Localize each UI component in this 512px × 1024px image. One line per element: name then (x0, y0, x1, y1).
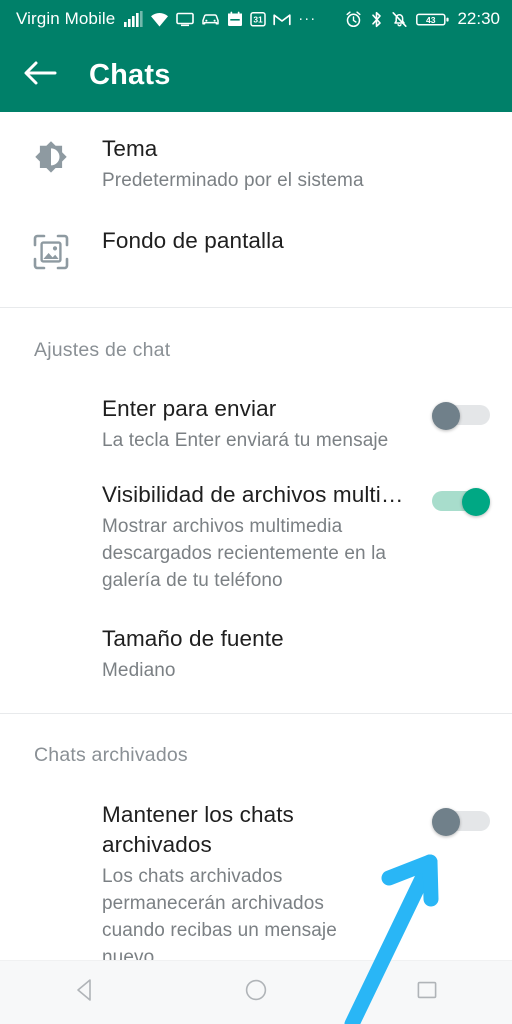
notifications-muted-icon (391, 11, 408, 28)
settings-row-wallpaper[interactable]: Fondo de pantalla (0, 226, 512, 274)
bluetooth-icon (370, 11, 383, 28)
svg-text:31: 31 (254, 15, 264, 25)
status-bar-right-icons: 43 (345, 10, 450, 28)
settings-row-wallpaper-title: Fondo de pantalla (102, 228, 284, 253)
battery-level-label: 43 (426, 14, 436, 24)
status-bar-left-icons: 31 ··· (124, 11, 316, 27)
settings-row-font-size-subtitle: Mediano (102, 660, 176, 681)
settings-row-font-size[interactable]: Tamaño de fuente Mediano (0, 624, 512, 684)
clock-label: 22:30 (457, 9, 500, 28)
toggle-knob (432, 808, 460, 836)
theme-brightness-icon (0, 134, 102, 182)
enter-to-send-toggle[interactable] (432, 402, 490, 430)
settings-row-media-visibility-toggle-slot (416, 480, 490, 516)
nav-recents-icon (413, 976, 441, 1009)
settings-row-keep-chats-archived-title: Mantener los chats archivados (102, 802, 294, 857)
settings-row-theme-subtitle: Predeterminado por el sistema (102, 170, 364, 191)
settings-row-keep-chats-archived-text: Mantener los chats archivados Los chats … (102, 800, 416, 971)
settings-row-enter-to-send[interactable]: Enter para enviar La tecla Enter enviará… (0, 394, 512, 454)
section-divider-2 (0, 713, 512, 714)
settings-row-media-visibility-icon-slot (0, 480, 102, 484)
wifi-icon (150, 11, 169, 27)
wallpaper-image-icon (0, 226, 102, 274)
settings-row-media-visibility-title: Visibilidad de archivos multim… (102, 482, 412, 507)
settings-row-font-size-text: Tamaño de fuente Mediano (102, 624, 490, 684)
settings-row-media-visibility-subtitle: Mostrar archivos multimedia descargados … (102, 516, 387, 591)
settings-list: Tema Predeterminado por el sistema Fondo… (0, 112, 512, 968)
overflow-dots-icon: ··· (298, 10, 317, 27)
keep-chats-archived-toggle[interactable] (432, 808, 490, 836)
app-bar: Chats (0, 38, 512, 112)
settings-row-keep-chats-archived-toggle-slot (416, 800, 490, 836)
back-arrow-icon (23, 58, 57, 93)
settings-row-font-size-icon-slot (0, 624, 102, 628)
settings-row-enter-to-send-icon-slot (0, 394, 102, 398)
settings-row-font-size-title: Tamaño de fuente (102, 626, 284, 651)
settings-row-enter-to-send-toggle-slot (416, 394, 490, 430)
settings-row-keep-chats-archived-subtitle: Los chats archivados permanecerán archiv… (102, 866, 337, 968)
settings-row-theme-title: Tema (102, 136, 158, 161)
android-navigation-bar (0, 960, 512, 1024)
status-bar: Virgin Mobile 31 ··· 43 22:30 (0, 0, 512, 38)
calendar-31-icon: 31 (250, 11, 267, 27)
nav-home-icon (242, 976, 270, 1009)
nav-recents-button[interactable] (391, 961, 463, 1024)
gmail-icon (273, 11, 291, 27)
settings-row-theme[interactable]: Tema Predeterminado por el sistema (0, 134, 512, 194)
section-header-chat-settings: Ajustes de chat (34, 339, 171, 361)
settings-row-keep-chats-archived-icon-slot (0, 800, 102, 804)
settings-row-wallpaper-text: Fondo de pantalla (102, 226, 490, 256)
settings-row-media-visibility-text: Visibilidad de archivos multim… Mostrar … (102, 480, 416, 594)
media-visibility-toggle[interactable] (432, 488, 490, 516)
alarm-icon (345, 10, 362, 28)
section-divider-1 (0, 307, 512, 308)
phone-screen: Virgin Mobile 31 ··· 43 22:30 Chats Tema… (0, 0, 512, 1024)
calendar-icon (227, 11, 243, 27)
car-icon (201, 11, 220, 27)
signal-bars-icon (124, 11, 143, 27)
back-button[interactable] (12, 47, 68, 103)
battery-icon: 43 (416, 11, 450, 28)
settings-row-enter-to-send-title: Enter para enviar (102, 396, 277, 421)
nav-back-button[interactable] (49, 961, 121, 1024)
page-title: Chats (89, 58, 171, 91)
toggle-knob (432, 402, 460, 430)
nav-home-button[interactable] (220, 961, 292, 1024)
monitor-icon (176, 11, 195, 27)
toggle-knob (462, 488, 490, 516)
settings-row-enter-to-send-text: Enter para enviar La tecla Enter enviará… (102, 394, 416, 454)
carrier-label: Virgin Mobile (16, 9, 116, 28)
settings-row-keep-chats-archived[interactable]: Mantener los chats archivados Los chats … (0, 800, 512, 971)
settings-row-media-visibility[interactable]: Visibilidad de archivos multim… Mostrar … (0, 480, 512, 594)
nav-back-icon (71, 976, 99, 1009)
settings-row-enter-to-send-subtitle: La tecla Enter enviará tu mensaje (102, 430, 389, 451)
section-header-archived-chats: Chats archivados (34, 744, 188, 766)
settings-row-theme-text: Tema Predeterminado por el sistema (102, 134, 490, 194)
